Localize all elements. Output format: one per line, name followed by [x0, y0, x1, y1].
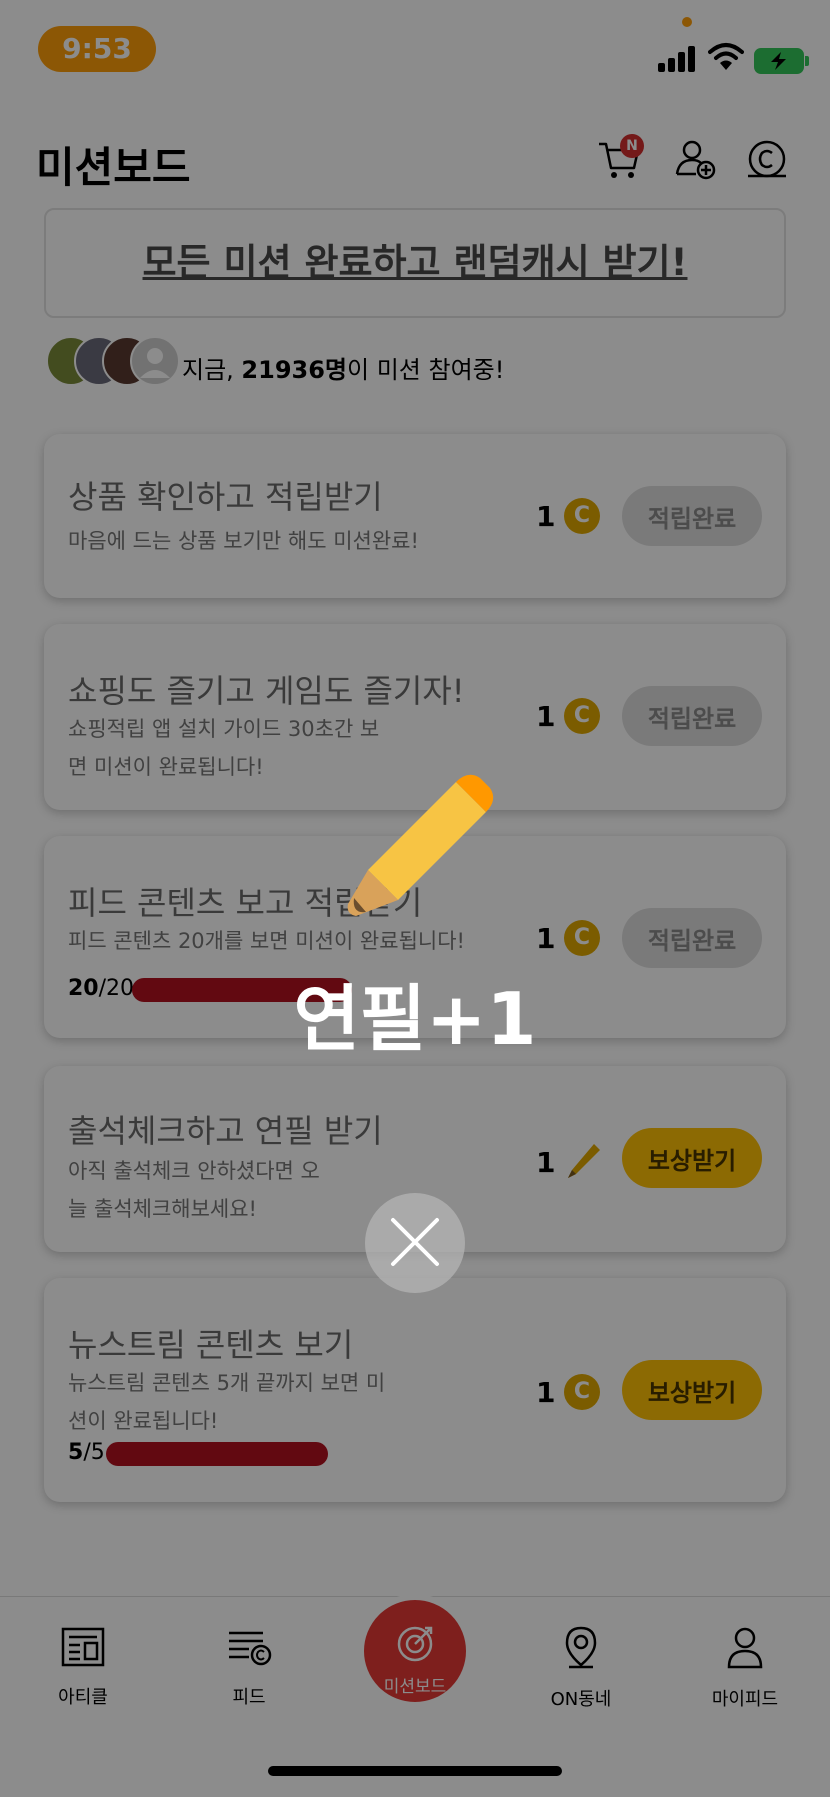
- close-icon: [391, 1217, 439, 1266]
- reward-message: 연필+1: [293, 977, 537, 1061]
- pencil-icon: [347, 774, 494, 916]
- reward-toast: 연필+1: [0, 760, 830, 1080]
- close-button[interactable]: [365, 1193, 465, 1293]
